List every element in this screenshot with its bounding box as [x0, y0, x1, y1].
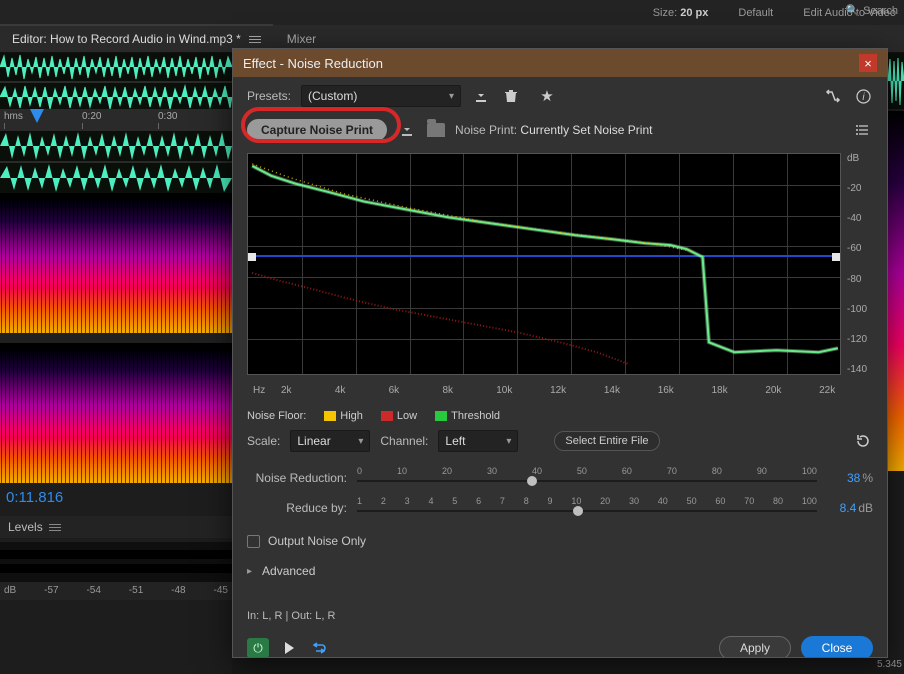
scale-combo[interactable]: Linear — [290, 430, 370, 452]
close-icon[interactable]: × — [859, 54, 877, 72]
presets-label: Presets: — [247, 89, 291, 103]
noise-reduction-slider-row: Noise Reduction: 0102030405060708090100 … — [247, 466, 873, 490]
close-button[interactable]: Close — [801, 636, 873, 657]
reduce-by-slider[interactable]: 1234567891020304050607080100 — [357, 496, 817, 520]
search-icon: 🔍 — [845, 4, 859, 17]
spectrogram-top[interactable] — [0, 193, 232, 333]
rb-label: Reduce by: — [247, 501, 347, 515]
reduce-by-slider-row: Reduce by: 1234567891020304050607080100 … — [247, 496, 873, 520]
slider-thumb-icon[interactable] — [527, 476, 537, 486]
advanced-disclosure[interactable]: ▸ Advanced — [247, 556, 873, 588]
play-icon[interactable] — [279, 638, 299, 657]
spectrogram-bottom[interactable] — [0, 343, 232, 483]
select-entire-file-button[interactable]: Select Entire File — [554, 431, 659, 451]
io-line: In: L, R | Out: L, R — [247, 604, 873, 628]
scale-label: Scale: — [247, 434, 280, 448]
save-preset-icon[interactable] — [471, 86, 491, 106]
rb-value[interactable]: 8.4dB — [827, 501, 873, 515]
chevron-right-icon: ▸ — [247, 566, 252, 577]
dialog-titlebar[interactable]: Effect - Noise Reduction × — [233, 49, 887, 77]
channel-combo[interactable]: Left — [438, 430, 518, 452]
levels-panel-header: Levels — [0, 516, 232, 538]
power-toggle-icon[interactable]: ⏻ — [247, 638, 269, 657]
star-icon[interactable]: ★ — [537, 86, 557, 106]
threshold-swatch-icon — [435, 411, 447, 421]
apply-button[interactable]: Apply — [719, 636, 791, 657]
presets-combo[interactable]: (Custom) — [301, 85, 461, 107]
legend-title: Noise Floor: — [247, 410, 306, 422]
checkbox-icon[interactable] — [247, 535, 260, 548]
legend: Noise Floor: High Low Threshold — [247, 406, 873, 422]
noise-reduction-dialog: Effect - Noise Reduction × Presets: (Cus… — [232, 48, 888, 658]
info-icon[interactable]: i — [853, 86, 873, 106]
spectrum-graph[interactable]: dB -20 -40 -60 -80 -100 -120 -140 — [247, 153, 873, 375]
list-menu-icon[interactable] — [853, 120, 873, 140]
overview-right-sliver: 5.345 — [888, 53, 904, 674]
panel-menu-icon[interactable] — [49, 524, 61, 531]
slider-thumb-icon[interactable] — [573, 506, 583, 516]
timecode-display[interactable]: 0:11.816 — [0, 483, 232, 516]
size-label: Size: 20 px — [653, 7, 709, 19]
output-noise-only-checkbox[interactable]: Output Noise Only — [247, 528, 873, 548]
db-ruler: dB-57-54-51-48-45 — [0, 582, 232, 600]
panel-menu-icon[interactable] — [249, 36, 261, 43]
nr-label: Noise Reduction: — [247, 471, 347, 485]
folder-icon[interactable] — [427, 122, 445, 138]
ruler-tick: 0:30 — [158, 111, 177, 122]
noise-reduction-slider[interactable]: 0102030405060708090100 — [357, 466, 817, 490]
save-noiseprint-icon[interactable] — [397, 120, 417, 140]
x-axis: Hz 2k4k6k8k10k12k14k16k18k20k22k — [247, 383, 873, 398]
status-number: 5.345 — [877, 659, 902, 670]
svg-text:i: i — [862, 92, 865, 103]
dialog-footer: ⏻ Apply Close — [247, 636, 873, 657]
app-menubar-strip: Size: 20 px Default Edit Audio to Video — [0, 0, 904, 25]
reset-icon[interactable] — [853, 431, 873, 451]
trash-icon[interactable] — [501, 86, 521, 106]
output-noise-label: Output Noise Only — [268, 534, 366, 548]
loop-icon[interactable] — [309, 638, 329, 657]
capture-row: Capture Noise Print Noise Print: Current… — [247, 115, 873, 145]
default-label: Default — [738, 7, 773, 19]
levels-title: Levels — [8, 520, 43, 534]
dialog-title: Effect - Noise Reduction — [243, 56, 383, 71]
low-swatch-icon — [381, 411, 393, 421]
nr-value[interactable]: 38% — [827, 471, 873, 485]
playhead-icon[interactable] — [30, 109, 44, 123]
level-meter — [0, 542, 232, 582]
channel-label: Channel: — [380, 434, 428, 448]
noise-print-label: Noise Print: Currently Set Noise Print — [455, 123, 652, 137]
ruler-tick: 0:20 — [82, 111, 101, 122]
scale-channel-row: Scale: Linear Channel: Left Select Entir… — [247, 430, 873, 452]
y-axis: dB -20 -40 -60 -80 -100 -120 -140 — [841, 153, 873, 375]
presets-row: Presets: (Custom) ★ i — [247, 85, 873, 107]
editor-panel: hms 0:20 0:30 0:11.816 Levels dB-57-54-5… — [0, 53, 232, 674]
capture-noise-print-button[interactable]: Capture Noise Print — [247, 119, 387, 141]
search-field[interactable]: 🔍 Search — [845, 4, 898, 17]
timeline-ruler[interactable]: hms 0:20 0:30 — [0, 109, 232, 131]
ruler-tick: hms — [4, 111, 23, 122]
route-icon[interactable] — [823, 86, 843, 106]
high-swatch-icon — [324, 411, 336, 421]
